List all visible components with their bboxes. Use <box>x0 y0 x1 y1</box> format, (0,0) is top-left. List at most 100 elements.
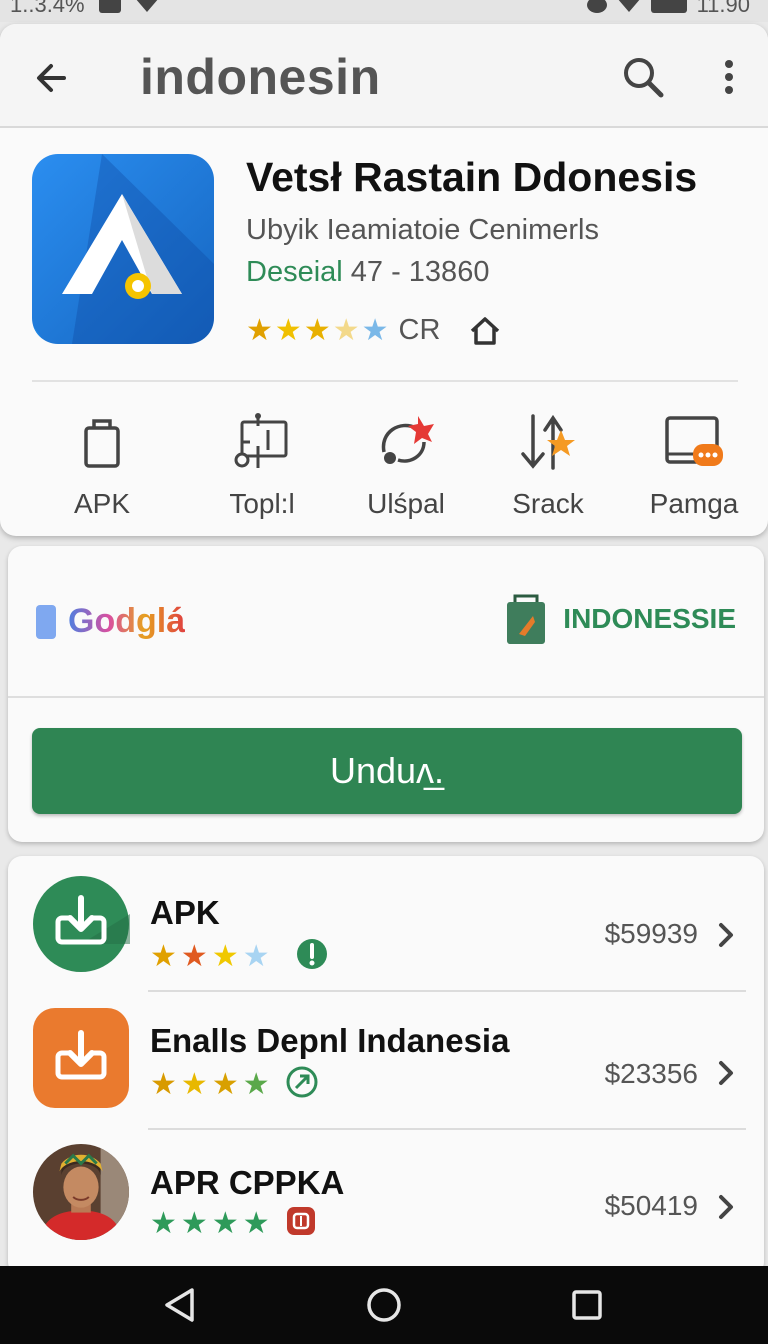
brand-right: INDONESSIE <box>503 592 736 646</box>
action-ulspal[interactable]: Ulśpal <box>336 410 476 520</box>
star-icon: ★ <box>180 939 208 973</box>
list-item-title: APK <box>150 894 220 931</box>
star-icon: ★ <box>150 1206 177 1240</box>
action-label: Ulśpal <box>367 488 445 519</box>
action-apk[interactable]: APK <box>32 410 172 520</box>
action-label: APK <box>73 488 131 519</box>
home-icon[interactable] <box>468 315 502 347</box>
clock-text: 11.90 <box>696 0 750 17</box>
app-title: Vetsł Rastain Ddonesis <box>246 154 698 200</box>
notification-icon <box>98 0 121 13</box>
status-bar: 1..3.4% 11.90 <box>0 0 768 22</box>
share-icon <box>381 416 434 464</box>
app-bar: indonesin <box>0 24 768 128</box>
action-label: Topl:l <box>229 488 295 519</box>
app-meta-category: Deseial <box>246 256 343 288</box>
list-item[interactable]: APK ★ ★ ★ ★ $59939 <box>8 870 764 1004</box>
brand-left: Godglá <box>34 602 185 641</box>
clipboard-icon <box>84 419 120 468</box>
app-header-card: indonesin Vetsł Rastain Ddonesis Ubyik I… <box>0 24 768 536</box>
chevron-right-icon[interactable] <box>714 920 738 950</box>
download-card: Godglá INDONESSIE Unduᴧ̲. <box>8 546 764 842</box>
star-icon: ★ <box>242 939 270 973</box>
action-label: Srack <box>512 488 584 519</box>
back-button[interactable] <box>28 54 76 102</box>
download-button-label: Unduᴧ̲. <box>329 750 445 791</box>
nav-home-button[interactable] <box>361 1282 407 1328</box>
star-icon: ★ <box>211 939 239 973</box>
action-srack[interactable]: Srack <box>478 410 618 520</box>
star-icon: ★ <box>246 313 273 347</box>
nav-back-button[interactable] <box>156 1282 202 1328</box>
list-item-title: Enalls Depnl Indanesia <box>150 1022 510 1059</box>
star-icon: ★ <box>180 1067 208 1101</box>
rating-label: CR <box>398 314 441 346</box>
star-icon: ★ <box>211 1206 239 1240</box>
search-button[interactable] <box>618 52 668 102</box>
divider <box>32 380 738 382</box>
more-options-button[interactable] <box>712 52 746 102</box>
list-item-icon <box>32 874 130 974</box>
divider <box>8 696 764 698</box>
list-item-price: $59939 <box>604 918 698 949</box>
divider <box>148 1128 746 1130</box>
list-item-rating: ★ ★ ★ ★ <box>150 1206 316 1241</box>
list-item-rating: ★ ★ ★ ★ <box>150 938 328 975</box>
chevron-right-icon[interactable] <box>714 1058 738 1088</box>
star-icon: ★ <box>211 1067 239 1101</box>
arrow-left-icon <box>37 64 66 92</box>
triangle-back-icon <box>165 1288 194 1322</box>
chevron-right-icon[interactable] <box>714 1192 738 1222</box>
info-badge-icon <box>296 938 328 975</box>
page-title: indonesin <box>140 49 381 105</box>
star-icon: ★ <box>303 313 331 347</box>
app-meta: Deseial 47 - 13860 <box>246 256 489 289</box>
star-icon: ★ <box>180 1206 208 1240</box>
brand-right-label: INDONESSIE <box>563 603 736 634</box>
list-item-price: $50419 <box>604 1190 698 1221</box>
list-item[interactable]: Enalls Depnl Indanesia ★ ★ ★ ★ $23356 <box>8 1004 764 1138</box>
list-item-price: $23356 <box>604 1058 698 1089</box>
list-item-rating: ★ ★ ★ ★ <box>150 1066 318 1103</box>
star-icon: ★ <box>361 313 389 347</box>
system-nav-bar <box>0 1266 768 1344</box>
star-icon: ★ <box>242 1067 270 1101</box>
square-recents-icon <box>572 1290 602 1320</box>
list-item-title: APR CPPKA <box>150 1164 345 1201</box>
avatar-photo-icon <box>32 1143 130 1241</box>
mute-icon <box>134 0 159 12</box>
more-vert-icon <box>725 60 733 94</box>
download-icon <box>33 876 130 972</box>
app-icon <box>32 154 214 344</box>
app-logo-icon <box>32 154 214 344</box>
action-topl[interactable]: Topl:l <box>192 410 332 520</box>
brand-name: Godglá <box>68 602 185 641</box>
verified-badge-icon <box>286 1066 318 1103</box>
monitor-chat-icon <box>665 416 723 466</box>
star-icon: ★ <box>242 1206 270 1240</box>
download-icon <box>33 1008 129 1108</box>
star-icon: ★ <box>150 939 177 973</box>
action-pamga[interactable]: Pamga <box>624 410 764 520</box>
signal-icon <box>650 0 687 13</box>
brand-name-text: Godglá <box>68 602 186 640</box>
search-icon <box>624 58 664 98</box>
nav-recents-button[interactable] <box>564 1282 610 1328</box>
battery-text: 1..3.4% <box>10 0 85 17</box>
app-list: APK ★ ★ ★ ★ $59939 Enalls Depnl Indanesi… <box>8 856 764 1276</box>
list-item-icon <box>32 1008 130 1108</box>
app-badge-icon <box>286 1206 316 1241</box>
app-meta-info: 47 - 13860 <box>342 256 490 288</box>
circuit-icon <box>234 413 288 468</box>
wifi-icon <box>616 0 641 12</box>
settings-icon <box>586 0 607 13</box>
phone-icon <box>36 604 56 639</box>
star-icon: ★ <box>332 313 360 347</box>
action-label: Pamga <box>649 488 739 519</box>
divider <box>148 990 746 992</box>
shopping-bag-icon <box>507 594 546 644</box>
sort-star-icon <box>521 414 575 470</box>
list-item[interactable]: APR CPPKA ★ ★ ★ ★ $50419 <box>8 1142 764 1276</box>
app-developer[interactable]: Ubyik Ieamiatoie Cenimerls <box>246 214 599 247</box>
download-button[interactable]: Unduᴧ̲. <box>32 728 742 814</box>
